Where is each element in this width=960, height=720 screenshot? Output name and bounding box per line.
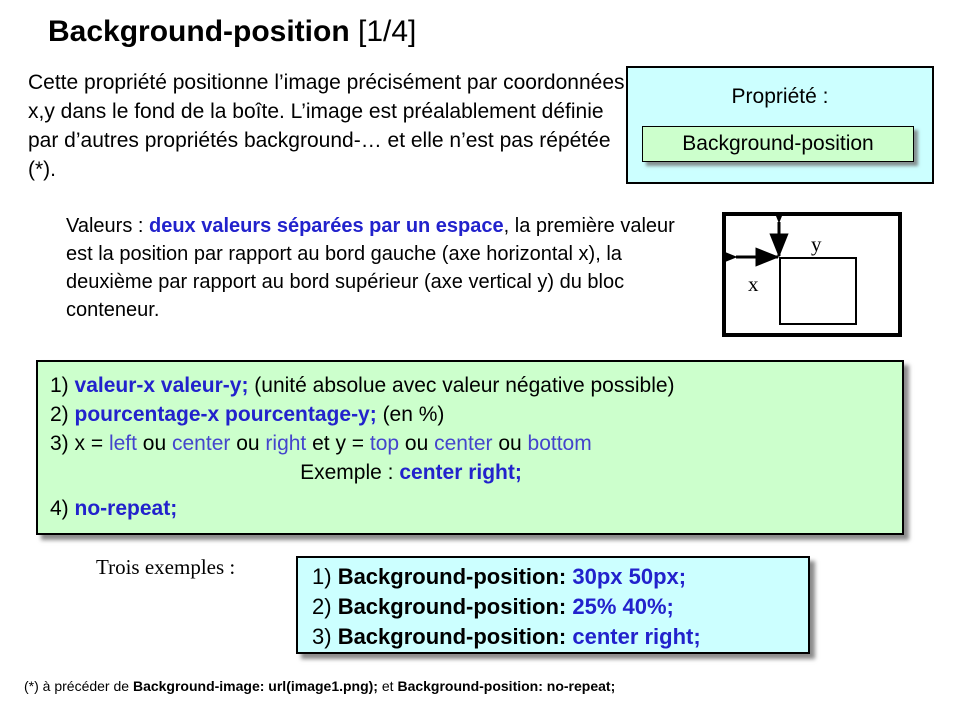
footnote-code-2: Background-position: no-repeat;: [397, 678, 616, 694]
example-1-property: Background-position:: [337, 564, 573, 589]
page-title-suffix: [1/4]: [358, 15, 417, 48]
page-title: Background-position [1/4]: [48, 14, 416, 50]
syntax-example-code: center right;: [399, 461, 522, 484]
syntax-line-3-mid: et y =: [306, 432, 370, 455]
syntax-line-3-num: 3) x =: [50, 432, 109, 455]
footnote-prefix: (*) à précéder de: [24, 678, 133, 694]
syntax-keyword-center-y: center: [434, 432, 493, 455]
diagram-y-label: y: [811, 232, 822, 256]
syntax-line-2-note: (en %): [376, 403, 445, 426]
syntax-line-2: 2) pourcentage-x pourcentage-y; (en %): [50, 400, 902, 429]
syntax-keyword-bottom: bottom: [527, 432, 592, 455]
syntax-line-3-sep3: ou: [399, 432, 435, 455]
syntax-keyword-right: right: [265, 432, 307, 455]
values-lead: Valeurs :: [66, 215, 149, 237]
syntax-box: 1) valeur-x valeur-y; (unité absolue ave…: [36, 360, 904, 535]
example-3-value: center right;: [572, 624, 701, 649]
syntax-line-2-num: 2): [50, 403, 75, 426]
example-1-num: 1): [312, 564, 338, 589]
syntax-line-4: 4) no-repeat;: [50, 494, 902, 523]
syntax-keyword-top: top: [369, 432, 400, 455]
page-title-main: Background-position: [48, 15, 350, 48]
property-panel-label: Propriété :: [731, 85, 829, 108]
syntax-line-3-sep4: ou: [492, 432, 528, 455]
example-2-property: Background-position:: [337, 594, 573, 619]
syntax-line-1: 1) valeur-x valeur-y; (unité absolue ave…: [50, 371, 902, 400]
example-1-value: 30px 50px;: [572, 564, 687, 589]
syntax-example-label: Exemple :: [300, 461, 400, 484]
example-2-value: 25% 40%;: [572, 594, 674, 619]
syntax-line-3-sep1: ou: [136, 432, 172, 455]
syntax-line-4-code: no-repeat;: [74, 497, 178, 520]
syntax-line-3-sep2: ou: [230, 432, 266, 455]
property-panel: Propriété : Background-position: [626, 66, 934, 184]
example-2-num: 2): [312, 594, 338, 619]
example-row: 2) Background-position: 25% 40%;: [312, 592, 808, 622]
syntax-line-2-code: pourcentage-x pourcentage-y;: [74, 403, 377, 426]
example-3-property: Background-position:: [337, 624, 573, 649]
syntax-line-1-num: 1): [50, 374, 75, 397]
footnote: (*) à précéder de Background-image: url(…: [24, 677, 615, 696]
footnote-middle: et: [377, 678, 398, 694]
xy-diagram: x y: [722, 212, 902, 337]
slide-root: Background-position [1/4] Cette propriét…: [0, 0, 960, 720]
example-3-num: 3): [312, 624, 338, 649]
syntax-keyword-left: left: [108, 432, 137, 455]
values-highlight: deux valeurs séparées par un espace: [149, 215, 504, 237]
syntax-line-1-note: (unité absolue avec valeur négative poss…: [248, 374, 675, 397]
intro-paragraph: Cette propriété positionne l’image préci…: [28, 71, 625, 181]
examples-label: Trois exemples :: [96, 555, 236, 579]
syntax-line-1-code: valeur-x valeur-y;: [74, 374, 249, 397]
example-row: 1) Background-position: 30px 50px;: [312, 562, 808, 592]
syntax-keyword-center-x: center: [172, 432, 231, 455]
examples-box: 1) Background-position: 30px 50px; 2) Ba…: [296, 556, 810, 654]
footnote-code-1: Background-image: url(image1.png);: [132, 678, 378, 694]
syntax-line-3: 3) x = left ou center ou right et y = to…: [50, 429, 902, 458]
syntax-example-line: Exemple : center right;: [50, 458, 902, 487]
example-row: 3) Background-position: center right;: [312, 622, 808, 652]
diagram-x-label: x: [748, 272, 759, 296]
property-name-chip: Background-position: [642, 126, 914, 162]
syntax-line-4-num: 4): [50, 497, 75, 520]
values-paragraph: Valeurs : deux valeurs séparées par un e…: [66, 212, 706, 324]
